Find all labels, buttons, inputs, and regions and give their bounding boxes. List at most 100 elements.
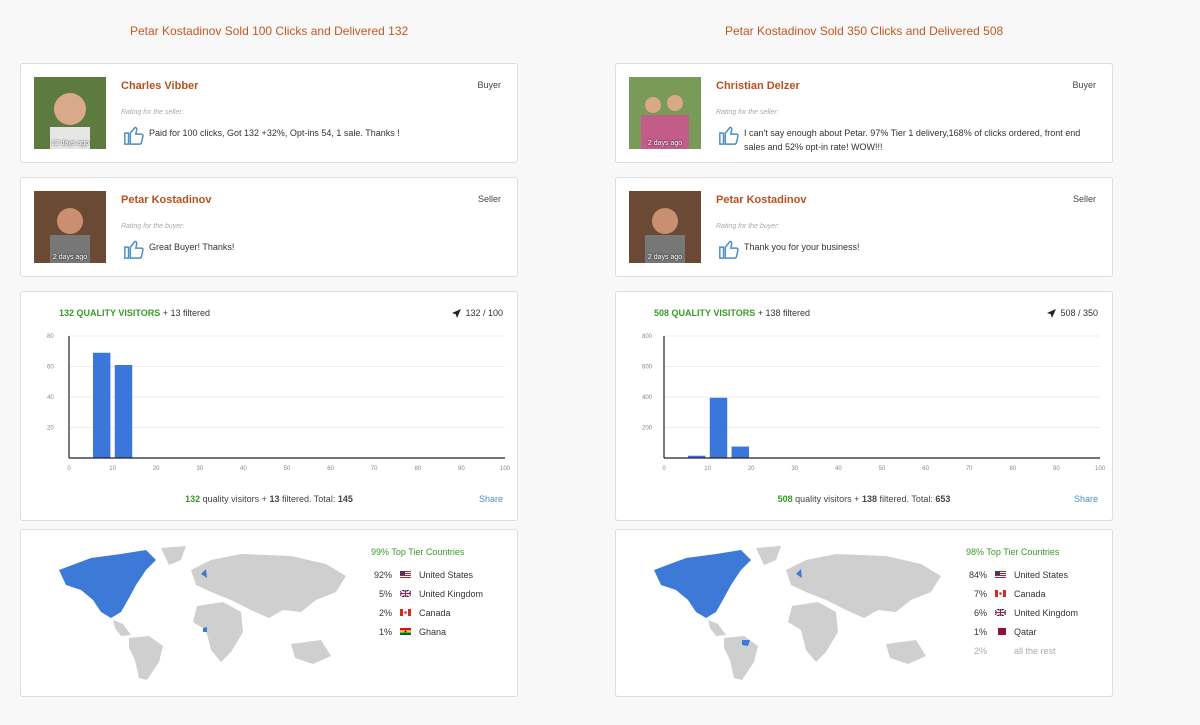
avatar-image [34, 191, 106, 263]
y-tick-label: 40 [47, 395, 54, 401]
quality-visitors-summary: 132 QUALITY VISITORS + 13 filtered [59, 308, 210, 318]
review-card-buyer: 12 days ago Charles Vibber Buyer Rating … [20, 63, 518, 163]
country-percent: 1% [378, 627, 392, 637]
navigation-arrow-icon [1047, 309, 1057, 319]
review-text-line: I can't say enough about Petar. 97% Tier… [744, 128, 1081, 138]
x-tick-label: 80 [1009, 466, 1016, 472]
bar [92, 352, 111, 458]
visitors-bar-chart: 20 40 60 80 0 10 20 30 40 50 60 70 80 90 100 [47, 334, 511, 472]
country-list: 92% United States 5% United Kingdom 2% Cana… [361, 570, 511, 646]
thumbs-up-icon [719, 126, 739, 145]
reviewer-role: Buyer [1072, 80, 1096, 90]
country-row: 2% all the rest [956, 646, 1106, 665]
visitors-card: 132 QUALITY VISITORS + 13 filtered 132 /… [20, 291, 518, 521]
quality-visitors-label: 508 QUALITY VISITORS [654, 308, 756, 318]
panel-title: Petar Kostadinov Sold 350 Clicks and Del… [725, 24, 1004, 38]
country-name: Qatar [1014, 627, 1037, 637]
panel-title: Petar Kostadinov Sold 100 Clicks and Del… [130, 24, 409, 38]
x-tick-label: 10 [109, 466, 116, 472]
us-flag-icon [400, 571, 411, 578]
y-tick-label: 200 [642, 426, 653, 432]
country-name: United States [419, 570, 474, 580]
thumbs-up-icon [124, 126, 144, 145]
country-row: 84% United States [956, 570, 1106, 589]
review-card-buyer: 2 days ago Christian Delzer Buyer Rating… [615, 63, 1113, 163]
bar [731, 446, 750, 458]
share-link[interactable]: Share [479, 494, 503, 504]
ratio-value: 132 / 100 [465, 308, 503, 318]
avatar-image [629, 191, 701, 263]
x-tick-label: 30 [791, 466, 798, 472]
x-tick-label: 70 [966, 466, 973, 472]
country-list: 84% United States 7% Canada 6% United Kingd… [956, 570, 1106, 665]
share-link[interactable]: Share [1074, 494, 1098, 504]
reviewer-name[interactable]: Petar Kostadinov [121, 194, 211, 206]
y-tick-label: 20 [47, 426, 54, 432]
y-tick-label: 600 [642, 365, 653, 371]
total-quality-value: 132 [185, 494, 201, 504]
map-region-africa [193, 602, 243, 662]
uk-flag-icon [400, 590, 411, 597]
x-tick-label: 40 [835, 466, 842, 472]
map-region-central-america [708, 620, 726, 636]
x-tick-label: 10 [704, 466, 711, 472]
x-tick-label: 20 [748, 466, 755, 472]
filtered-label: + 138 filtered [757, 308, 811, 318]
total-value: 145 [337, 494, 353, 504]
delivery-ratio: 132 / 100 [452, 308, 503, 319]
x-tick-label: 20 [153, 466, 160, 472]
x-tick-label: 0 [67, 466, 71, 472]
canada-flag-icon [995, 590, 1006, 597]
review-text: I can't say enough about Petar. 97% Tier… [744, 126, 1080, 154]
y-tick-label: 60 [47, 365, 54, 371]
uk-flag-icon [995, 609, 1006, 616]
review-age: 2 days ago [52, 254, 88, 261]
avatar[interactable]: 2 days ago [629, 191, 701, 263]
review-text: Paid for 100 clicks, Got 132 +32%, Opt-i… [149, 126, 400, 140]
country-percent: 2% [973, 646, 987, 656]
reviewer-name[interactable]: Christian Delzer [716, 80, 800, 92]
total-filtered-value: 138 [861, 494, 877, 504]
map-region-south-america [724, 636, 758, 680]
reviewer-role: Buyer [477, 80, 501, 90]
quality-visitors-summary: 508 QUALITY VISITORS + 138 filtered [654, 308, 810, 318]
country-row: 6% United Kingdom [956, 608, 1106, 627]
country-row: 92% United States [361, 570, 511, 589]
country-name: all the rest [1014, 646, 1056, 656]
avatar[interactable]: 2 days ago [629, 77, 701, 149]
country-row: 1% Ghana [361, 627, 511, 646]
avatar[interactable]: 2 days ago [34, 191, 106, 263]
x-tick-label: 100 [1095, 466, 1106, 472]
review-text-line: Great Buyer! Thanks! [149, 242, 235, 252]
map-region-africa [788, 602, 838, 662]
country-percent: 1% [973, 627, 987, 637]
x-tick-label: 90 [458, 466, 465, 472]
reviewer-name[interactable]: Petar Kostadinov [716, 194, 806, 206]
country-name: Ghana [419, 627, 447, 637]
review-text: Great Buyer! Thanks! [149, 240, 234, 254]
country-percent: 5% [378, 589, 392, 599]
country-percent: 6% [973, 608, 987, 618]
reviewer-role: Seller [477, 194, 501, 204]
world-map [59, 546, 346, 680]
country-name: United States [1014, 570, 1069, 580]
map-region-central-america [113, 620, 131, 636]
x-tick-label: 60 [922, 466, 929, 472]
review-card-seller: 2 days ago Petar Kostadinov Seller Ratin… [615, 177, 1113, 277]
reviewer-name[interactable]: Charles Vibber [121, 80, 198, 92]
visitors-card: 508 QUALITY VISITORS + 138 filtered 508 … [615, 291, 1113, 521]
x-tick-label: 60 [327, 466, 334, 472]
us-flag-icon [995, 571, 1006, 578]
country-row: 7% Canada [956, 589, 1106, 608]
rating-label: Rating for the seller: [121, 109, 184, 116]
review-age: 12 days ago [50, 140, 90, 147]
x-tick-label: 100 [500, 466, 511, 472]
avatar[interactable]: 12 days ago [34, 77, 106, 149]
delivery-ratio: 508 / 350 [1047, 308, 1098, 319]
navigation-arrow-icon [452, 309, 462, 319]
country-percent: 84% [968, 570, 987, 580]
bar [709, 397, 728, 458]
review-text-line: sales and 52% opt-in rate! WOW!!! [744, 142, 883, 152]
x-tick-label: 30 [196, 466, 203, 472]
total-filtered-value: 13 [269, 494, 280, 504]
